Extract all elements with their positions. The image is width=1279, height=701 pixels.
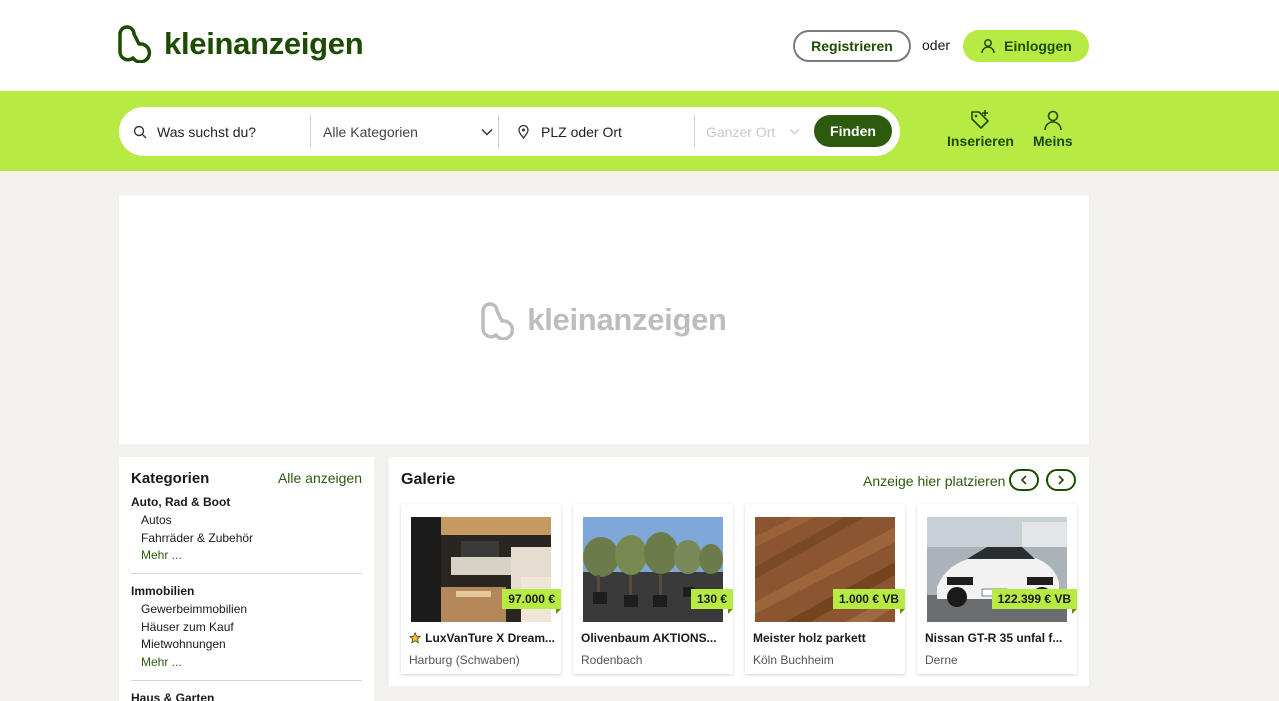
category-link[interactable]: Gewerbeimmobilien [141,601,362,619]
user-icon [1044,110,1062,131]
user-icon [981,39,995,54]
gallery-card[interactable]: 130 € Olivenbaum AKTIONS... Rodenbach [573,504,734,674]
category-group-title[interactable]: Immobilien [131,584,362,598]
radius-select-value: Ganzer Ort [706,123,776,140]
category-select[interactable]: Alle Kategorien [323,107,493,156]
post-ad-button[interactable]: Inserieren [947,109,1014,149]
listing-location: Rodenbach [581,653,643,667]
category-group-title[interactable]: Haus & Garten [131,691,362,701]
divider [131,680,362,681]
listing-title-text: Meister holz parkett [753,631,866,645]
kleinanzeigen-logo-icon [481,301,515,340]
category-link[interactable]: Häuser zum Kauf [141,619,362,637]
category-group: Immobilien Gewerbeimmobilien Häuser zum … [131,584,362,671]
gallery-title: Galerie [401,471,456,488]
more-link[interactable]: Mehr ... [141,547,362,565]
radius-select[interactable]: Ganzer Ort [706,107,800,156]
chevron-left-icon [1020,475,1027,485]
listing-title-text: LuxVanTure X Dream... [425,631,555,645]
register-button[interactable]: Registrieren [793,30,911,62]
find-button[interactable]: Finden [814,115,892,147]
divider [498,115,499,148]
listing-location: Köln Buchheim [753,653,834,667]
categories-title: Kategorien [131,470,210,487]
my-account-button[interactable]: Meins [1033,109,1073,149]
banner-logo-text: kleinanzeigen [527,301,727,337]
site-logo[interactable]: kleinanzeigen [118,23,364,63]
gallery-panel: Galerie Anzeige hier platzieren 97.000 €… [389,457,1089,686]
search-query-field[interactable]: Was suchst du? [133,107,309,156]
search-input[interactable]: Was suchst du? [157,124,256,140]
more-link[interactable]: Mehr ... [141,654,362,672]
category-link[interactable]: Autos [141,512,362,530]
site-header: kleinanzeigen Registrieren oder Einlogge… [0,0,1279,91]
gallery-prev-button[interactable] [1009,469,1039,491]
gallery-card[interactable]: 122.399 € VB Nissan GT-R 35 unfal f... D… [917,504,1078,674]
logo-text: kleinanzeigen [164,25,364,61]
divider [694,115,695,148]
category-link[interactable]: Fahrräder & Zubehör [141,530,362,548]
listing-price: 122.399 € VB [991,589,1078,614]
post-ad-label: Inserieren [947,133,1014,149]
listing-location: Harburg (Schwaben) [409,653,520,667]
listing-price: 130 € [690,589,734,614]
kleinanzeigen-logo-icon [118,25,152,63]
listing-title[interactable]: Olivenbaum AKTIONS... [581,631,727,645]
login-button[interactable]: Einloggen [963,30,1089,62]
listing-title-text: Nissan GT-R 35 unfal f... [925,631,1063,645]
category-group: Haus & Garten [131,691,362,701]
location-field[interactable]: PLZ oder Ort [518,107,688,156]
tag-plus-icon [971,110,990,129]
category-group: Auto, Rad & Boot Autos Fahrräder & Zubeh… [131,495,362,565]
ad-banner: kleinanzeigen [119,195,1089,444]
categories-panel: Kategorien Alle anzeigen Auto, Rad & Boo… [119,457,374,701]
show-all-categories-link[interactable]: Alle anzeigen [278,470,362,486]
divider [131,573,362,574]
location-pin-icon [518,124,529,139]
location-input[interactable]: PLZ oder Ort [541,124,622,140]
listing-title[interactable]: LuxVanTure X Dream... [409,631,555,645]
search-bar: Was suchst du? Alle Kategorien PLZ oder … [0,91,1279,171]
category-link[interactable]: Mietwohnungen [141,636,362,654]
category-group-title[interactable]: Auto, Rad & Boot [131,495,362,509]
listing-title-text: Olivenbaum AKTIONS... [581,631,717,645]
gallery-card[interactable]: 97.000 € LuxVanTure X Dream... Harburg (… [401,504,561,674]
search-icon [133,125,147,138]
place-ad-link[interactable]: Anzeige hier platzieren [863,473,1005,489]
listing-price: 1.000 € VB [832,589,906,614]
listing-title[interactable]: Meister holz parkett [753,631,899,645]
category-select-value: Alle Kategorien [323,123,418,140]
listing-title[interactable]: Nissan GT-R 35 unfal f... [925,631,1071,645]
or-text: oder [922,37,951,53]
divider [310,115,311,148]
listing-location: Derne [925,653,958,667]
star-icon [409,631,422,644]
chevron-down-icon [789,128,800,135]
chevron-right-icon [1058,475,1065,485]
chevron-down-icon [481,128,493,136]
login-label: Einloggen [1004,38,1072,54]
listing-price: 97.000 € [502,589,561,614]
gallery-card[interactable]: 1.000 € VB Meister holz parkett Köln Buc… [745,504,906,674]
my-account-label: Meins [1033,133,1073,149]
search-form: Was suchst du? Alle Kategorien PLZ oder … [119,107,900,156]
gallery-next-button[interactable] [1046,469,1076,491]
